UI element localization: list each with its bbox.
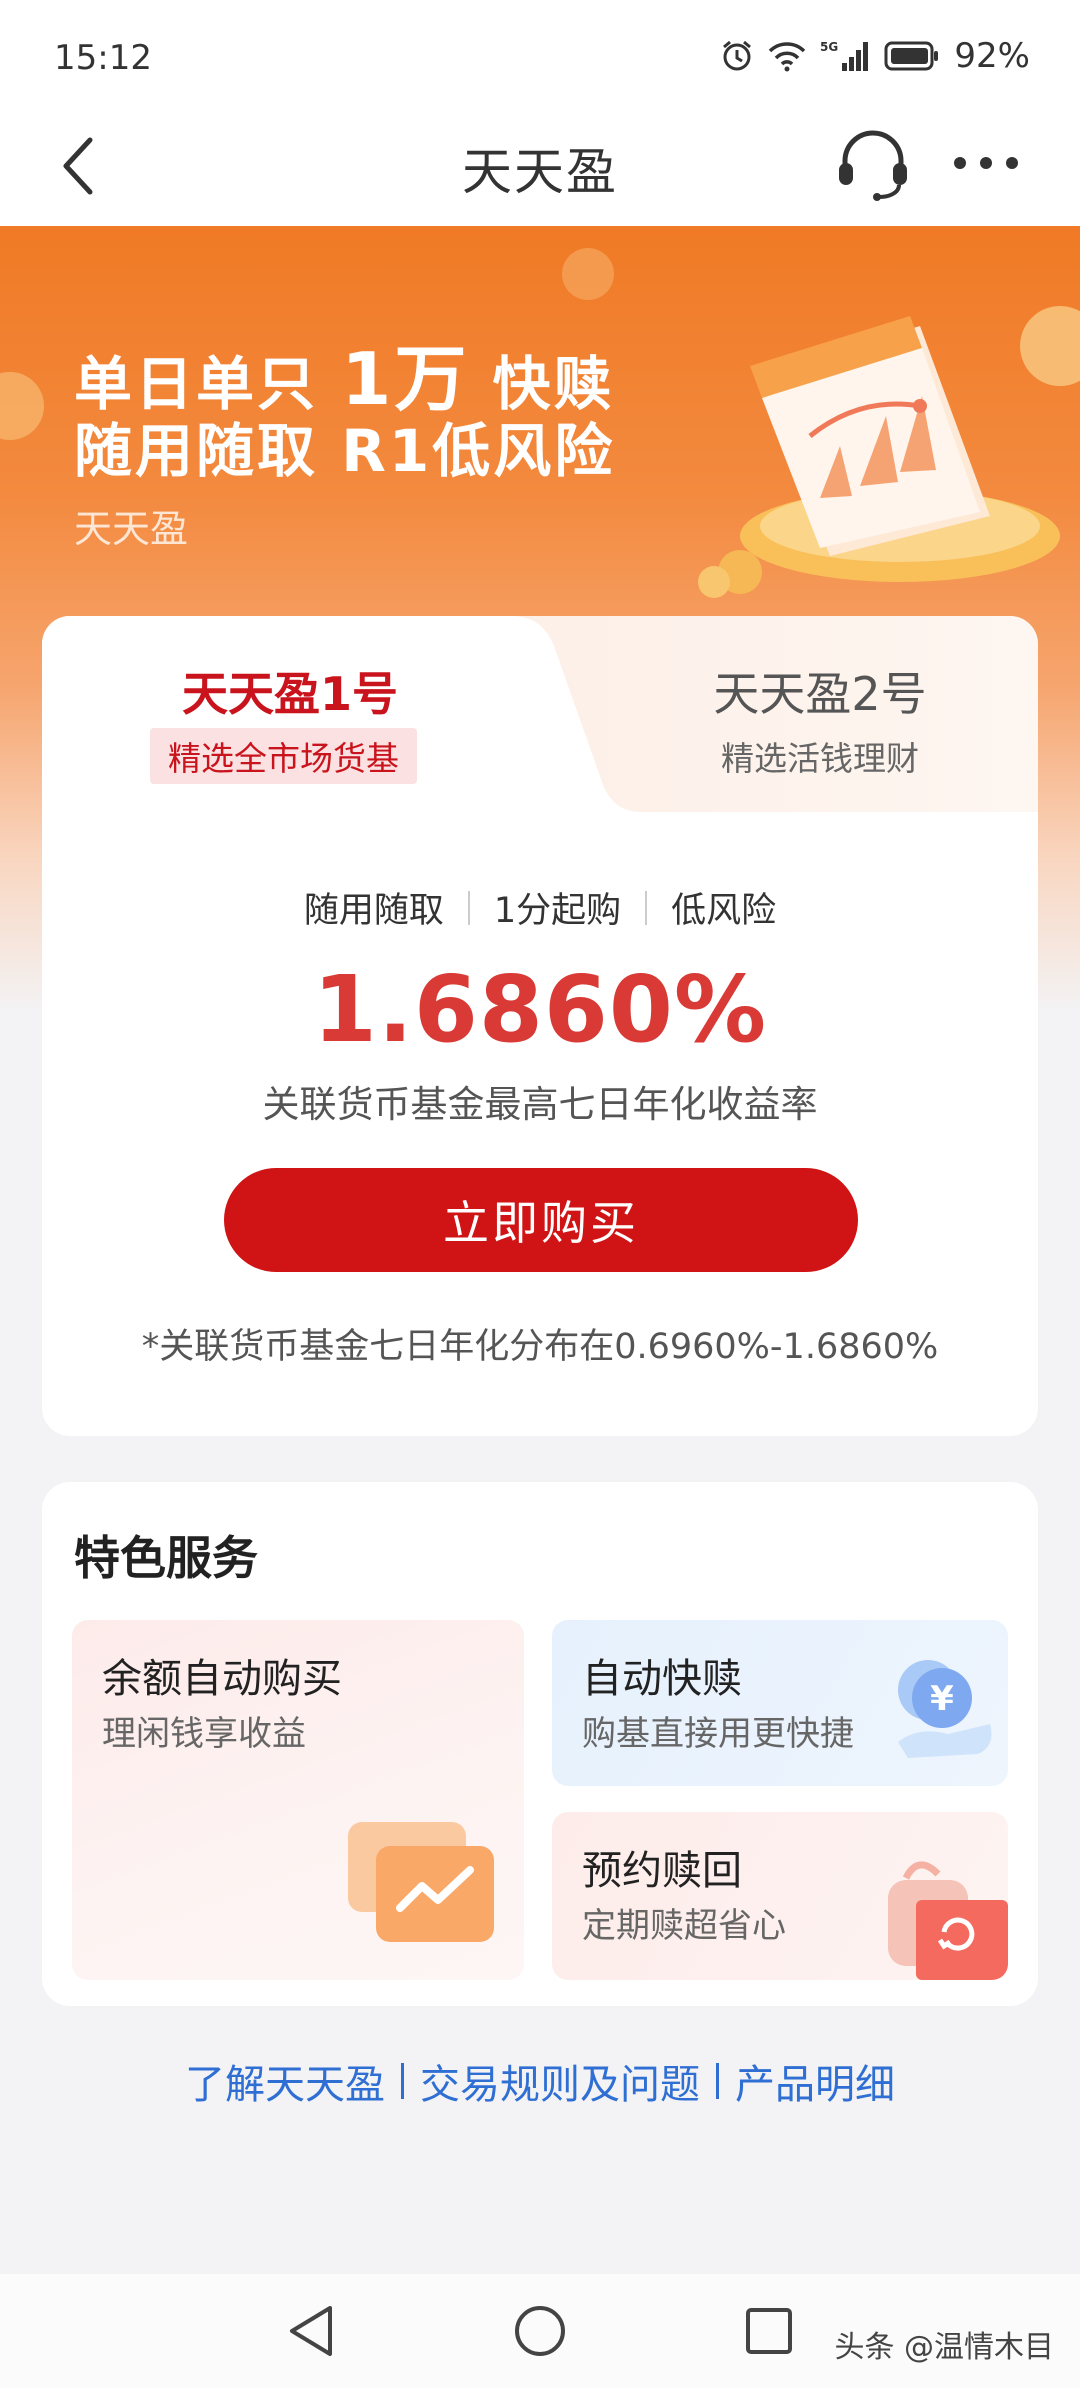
battery-icon — [884, 40, 940, 72]
tab-tiantianying-2[interactable]: 天天盈2号 精选活钱理财 — [602, 616, 1038, 812]
svg-text:5G: 5G — [820, 40, 838, 54]
page-title: 天天盈 — [462, 143, 618, 201]
tab-2-name: 天天盈2号 — [713, 667, 927, 721]
yield-rate: 1.6860% — [312, 956, 768, 1063]
link-trade-rules[interactable]: 交易规则及问题 — [420, 2052, 700, 2110]
system-nav-bar: 头条 @温情木目 — [0, 2274, 1080, 2388]
system-home-button[interactable] — [505, 2296, 575, 2366]
system-back-button[interactable] — [276, 2296, 346, 2366]
feature-divider — [645, 890, 648, 925]
calendar-chart-illustration — [698, 316, 1060, 598]
info-links: 了解天天盈 交易规则及问题 产品明细 — [0, 2052, 1080, 2110]
services-card: 特色服务 余额自动购买 理闲钱享收益 自动快赎 购基直接用更快捷 ¥ 预约赎回 … — [42, 1482, 1038, 2006]
link-product-details[interactable]: 产品明细 — [735, 2052, 895, 2110]
headset-icon — [839, 130, 907, 201]
hero-brand: 天天盈 — [74, 507, 189, 551]
yield-footnote: *关联货币基金七日年化分布在0.6960%-1.6860% — [141, 1327, 939, 1367]
yuan-coin-icon: ¥ — [898, 1660, 992, 1758]
svg-text:¥: ¥ — [930, 1679, 954, 1719]
service-subtitle: 理闲钱享收益 — [102, 1714, 306, 1754]
status-bar: 15:12 5G 92% — [0, 0, 1080, 118]
tab-2-subtitle: 精选活钱理财 — [721, 739, 919, 778]
square-recents-icon — [746, 2308, 792, 2354]
chart-screen-icon — [348, 1822, 494, 1942]
hero-headline-2: 随用随取 R1低风险 — [74, 417, 616, 485]
tab-1-name: 天天盈1号 — [181, 667, 398, 721]
nav-bar: 天天盈 — [0, 118, 1080, 226]
more-button[interactable] — [946, 128, 1026, 198]
status-time: 15:12 — [54, 38, 152, 78]
alarm-icon — [720, 39, 754, 73]
buy-now-button[interactable]: 立即购买 — [224, 1168, 858, 1272]
system-recents-button[interactable] — [734, 2296, 804, 2366]
tab-tiantianying-1[interactable]: 天天盈1号 精选全市场货基 — [42, 616, 538, 812]
yield-rate-label: 关联货币基金最高七日年化收益率 — [262, 1083, 818, 1126]
link-divider — [716, 2063, 719, 2099]
link-divider — [401, 2063, 404, 2099]
service-subtitle: 购基直接用更快捷 — [582, 1714, 854, 1754]
triangle-back-icon — [290, 2306, 332, 2356]
product-card: 天天盈1号 精选全市场货基 天天盈2号 精选活钱理财 随用随取 1分起购 低风险… — [42, 616, 1038, 1436]
more-dots-icon — [954, 157, 1018, 169]
services-title: 特色服务 — [74, 1531, 258, 1585]
refresh-bag-icon — [888, 1861, 1008, 1980]
watermark-text: 头条 @温情木目 — [834, 2330, 1054, 2365]
customer-service-button[interactable] — [828, 118, 918, 208]
feature-divider — [467, 890, 470, 925]
service-title: 自动快赎 — [582, 1656, 742, 1702]
battery-percent: 92% — [954, 36, 1030, 76]
tab-1-subtitle: 精选全市场货基 — [150, 728, 417, 784]
feature-tag: 1分起购 — [493, 891, 622, 931]
circle-home-icon — [515, 2306, 565, 2356]
feature-tag: 低风险 — [671, 891, 777, 931]
service-scheduled-redeem[interactable]: 预约赎回 定期赎超省心 — [552, 1812, 1008, 1980]
service-title: 预约赎回 — [582, 1848, 742, 1894]
features-row: 随用随取 1分起购 低风险 — [42, 882, 1038, 933]
signal-5g-icon: 5G — [820, 39, 870, 73]
service-auto-redeem[interactable]: 自动快赎 购基直接用更快捷 ¥ — [552, 1620, 1008, 1786]
service-auto-buy[interactable]: 余额自动购买 理闲钱享收益 — [72, 1620, 524, 1980]
link-about[interactable]: 了解天天盈 — [185, 2052, 385, 2110]
status-icons: 5G 92% — [720, 36, 1030, 76]
service-subtitle: 定期赎超省心 — [582, 1906, 786, 1946]
service-title: 余额自动购买 — [102, 1656, 342, 1702]
feature-tag: 随用随取 — [303, 891, 444, 931]
wifi-icon — [768, 40, 806, 72]
